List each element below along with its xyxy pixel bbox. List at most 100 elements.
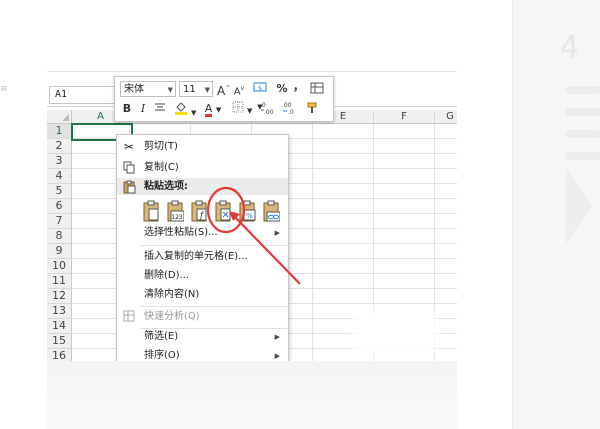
menu-item-copy[interactable]: 复制(C) bbox=[117, 160, 288, 176]
row-header-7[interactable]: 7 bbox=[47, 214, 72, 229]
menu-item-label: 筛选(E) bbox=[144, 331, 179, 342]
increase-decimal-button[interactable]: .0.00 bbox=[259, 101, 277, 121]
font-color-button[interactable]: A ▼ bbox=[201, 101, 225, 118]
font-name-select[interactable]: 宋体 ▼ bbox=[120, 81, 176, 97]
row-header-15[interactable]: 15 bbox=[47, 334, 72, 349]
align-center-button[interactable] bbox=[153, 101, 167, 118]
shrink-font-icon: A bbox=[233, 86, 241, 98]
menu-item-insert-copied-cells[interactable]: 插入复制的单元格(E)... bbox=[117, 249, 288, 265]
menu-item-label: 清除内容(N) bbox=[144, 289, 200, 300]
row-header-3[interactable]: 3 bbox=[47, 154, 72, 169]
paint-bucket-icon bbox=[174, 102, 187, 115]
paste-formulas-icon[interactable]: f bbox=[190, 199, 208, 223]
menu-separator bbox=[141, 245, 288, 246]
chevron-down-icon: ▼ bbox=[204, 86, 210, 94]
quick-analysis-icon bbox=[122, 310, 136, 324]
scissors-icon: ✂ bbox=[123, 140, 135, 154]
menu-item-label: 选择性粘贴(S)... bbox=[144, 227, 218, 238]
format-painter-icon bbox=[307, 102, 317, 113]
column-header-g[interactable]: G bbox=[435, 110, 457, 124]
menu-item-clear-contents[interactable]: 清除内容(N) bbox=[117, 287, 288, 303]
menu-item-label: 删除(D)... bbox=[144, 270, 190, 281]
row-header-6[interactable]: 6 bbox=[47, 199, 72, 214]
row-header-5[interactable]: 5 bbox=[47, 184, 72, 199]
menu-separator bbox=[141, 306, 288, 307]
paste-transpose-icon[interactable] bbox=[214, 199, 232, 223]
mini-toolbar: 宋体 ▼ 11 ▼ A^ Av $ ▼ % ， B I ▼ A ▼ ▼ .0.0… bbox=[114, 76, 334, 122]
panel-step-number: 4 bbox=[560, 30, 580, 65]
fill-color-button[interactable]: ▼ bbox=[173, 101, 197, 121]
menu-item-label: 复制(C) bbox=[144, 162, 179, 173]
select-all-corner[interactable] bbox=[47, 110, 72, 124]
menu-item-label: 排序(O) bbox=[144, 350, 180, 361]
borders-icon bbox=[232, 101, 244, 113]
format-painter-button[interactable] bbox=[309, 81, 325, 100]
menu-item-label: 粘贴选项: bbox=[144, 181, 188, 192]
decrease-decimal-button[interactable]: .00.0 bbox=[281, 101, 299, 120]
menu-item-delete[interactable]: 删除(D)... bbox=[117, 268, 288, 284]
grow-font-button[interactable]: A^ bbox=[217, 81, 230, 99]
bold-button[interactable]: B bbox=[121, 101, 133, 117]
table-format-icon bbox=[310, 82, 324, 94]
row-header-1[interactable]: 1 bbox=[47, 124, 72, 139]
submenu-arrow-icon: ▶ bbox=[274, 352, 280, 360]
row-header-10[interactable]: 10 bbox=[47, 259, 72, 274]
menu-item-label: 插入复制的单元格(E)... bbox=[144, 251, 248, 262]
menu-item-sort[interactable]: 排序(O) ▶ bbox=[117, 348, 288, 361]
row-header-12[interactable]: 12 bbox=[47, 289, 72, 304]
menu-item-quick-analysis: 快速分析(Q) bbox=[117, 309, 288, 325]
font-color-icon: A bbox=[204, 102, 213, 117]
menu-item-label: 剪切(T) bbox=[144, 141, 178, 152]
submenu-arrow-icon: ▶ bbox=[274, 229, 280, 237]
percent-style-button[interactable]: % bbox=[275, 81, 289, 97]
decrease-decimal-icon: .00.0 bbox=[282, 102, 294, 116]
grow-font-icon: A bbox=[217, 84, 226, 98]
row-header-13[interactable]: 13 bbox=[47, 304, 72, 319]
comma-style-button[interactable]: ， bbox=[293, 79, 304, 95]
copy-icon bbox=[122, 161, 136, 175]
font-size-select[interactable]: 11 ▼ bbox=[179, 81, 213, 97]
align-center-icon bbox=[155, 103, 165, 111]
panel-text-line bbox=[566, 152, 600, 160]
name-box[interactable]: A1 bbox=[49, 86, 120, 104]
svg-text:.00: .00 bbox=[264, 109, 274, 115]
paste-icon[interactable] bbox=[142, 199, 160, 223]
row-header-2[interactable]: 2 bbox=[47, 139, 72, 154]
row-header-9[interactable]: 9 bbox=[47, 244, 72, 259]
clipboard-icon bbox=[122, 180, 136, 194]
font-size-value: 11 bbox=[183, 84, 196, 95]
column-header-f[interactable]: F bbox=[374, 110, 435, 124]
number-format-icon: $ bbox=[253, 82, 267, 92]
menu-item-cut[interactable]: ✂ 剪切(T) bbox=[117, 139, 288, 155]
borders-button[interactable]: ▼ bbox=[231, 101, 253, 119]
shrink-font-button[interactable]: Av bbox=[233, 81, 245, 100]
panel-text-line bbox=[566, 108, 600, 116]
panel-text-line bbox=[566, 86, 600, 94]
paste-link-icon[interactable] bbox=[262, 199, 280, 223]
menu-item-label: 快速分析(Q) bbox=[144, 311, 200, 322]
menu-item-filter[interactable]: 筛选(E) ▶ bbox=[117, 329, 288, 345]
svg-text:.00: .00 bbox=[282, 102, 292, 109]
row-header-8[interactable]: 8 bbox=[47, 229, 72, 244]
svg-text:.0: .0 bbox=[260, 102, 266, 109]
font-name-value: 宋体 bbox=[124, 84, 144, 95]
paste-formatting-icon[interactable]: % bbox=[238, 199, 256, 223]
paste-values-icon[interactable]: 123 bbox=[166, 199, 184, 223]
svg-text:.0: .0 bbox=[288, 109, 294, 115]
context-menu: ✂ 剪切(T) 复制(C) 粘贴选项: 123 f % 选择性粘贴(S)... … bbox=[116, 134, 289, 362]
panel-decoration bbox=[566, 168, 592, 244]
format-painter-brush-button[interactable] bbox=[305, 101, 321, 120]
submenu-arrow-icon: ▶ bbox=[274, 333, 280, 341]
menu-item-paste-special[interactable]: 选择性粘贴(S)... ▶ bbox=[117, 225, 288, 241]
svg-text:%: % bbox=[246, 212, 253, 220]
menu-item-paste-options: 粘贴选项: bbox=[117, 179, 288, 195]
blur-patch bbox=[360, 318, 430, 346]
svg-text:$: $ bbox=[258, 85, 262, 92]
row-header-11[interactable]: 11 bbox=[47, 274, 72, 289]
chevron-down-icon: ▼ bbox=[167, 86, 173, 94]
italic-button[interactable]: I bbox=[137, 101, 149, 117]
row-header-4[interactable]: 4 bbox=[47, 169, 72, 184]
page-edge-mark: ≡ bbox=[0, 84, 8, 94]
row-header-14[interactable]: 14 bbox=[47, 319, 72, 334]
svg-text:123: 123 bbox=[171, 214, 183, 221]
